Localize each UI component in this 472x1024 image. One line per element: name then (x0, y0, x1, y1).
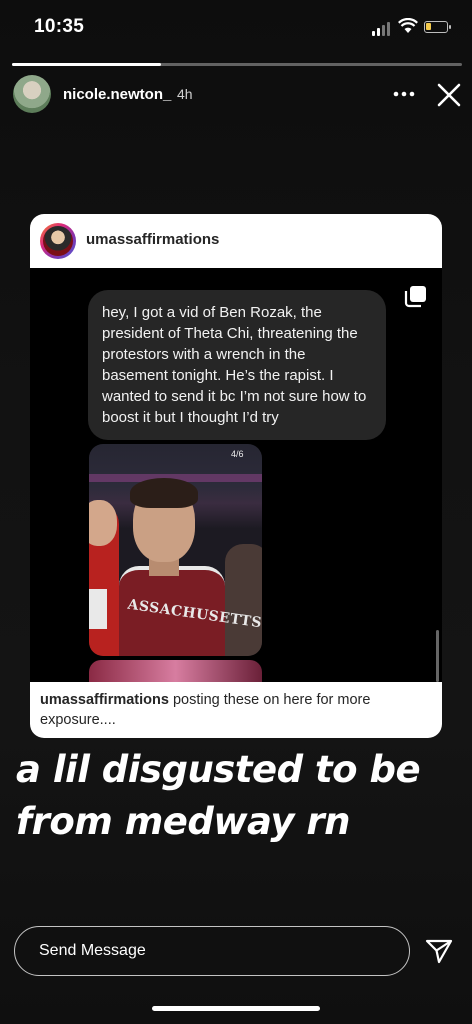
send-message-input[interactable]: Send Message (14, 926, 410, 976)
shared-post-header: umassaffirmations (30, 214, 442, 268)
signal-icon (372, 22, 392, 36)
shared-post-card[interactable]: umassaffirmations hey, I got a vid of Be… (30, 214, 442, 738)
send-message-placeholder: Send Message (39, 942, 146, 959)
shared-post-avatar[interactable] (40, 223, 76, 259)
story-username[interactable]: nicole.newton_ (63, 86, 171, 103)
more-horizontal-icon[interactable] (391, 86, 417, 102)
story-overlay-text: a lil disgusted to be from medway rn (16, 744, 456, 848)
story-progress-bar (12, 63, 462, 66)
shared-post-image: hey, I got a vid of Ben Rozak, the presi… (30, 268, 442, 682)
close-icon[interactable] (434, 80, 464, 110)
story-progress-fill (12, 63, 161, 66)
caption-username[interactable]: umassaffirmations (40, 692, 169, 708)
story-text-line-1: a lil disgusted to be (16, 748, 421, 791)
battery-icon (424, 21, 451, 33)
battery-level (426, 23, 431, 30)
shared-post-username[interactable]: umassaffirmations (86, 231, 219, 248)
wifi-icon (398, 18, 418, 33)
status-bar: 10:35 (0, 0, 472, 56)
story-text-line-2: from medway rn (16, 800, 350, 843)
status-time: 10:35 (34, 16, 85, 37)
dm-message-bubble: hey, I got a vid of Ben Rozak, the presi… (88, 290, 386, 440)
story-timestamp: 4h (177, 86, 193, 102)
shared-post-caption: umassaffirmations posting these on here … (30, 682, 442, 738)
multiple-images-icon (404, 286, 426, 308)
dm-photo: ASSACHUSETTS 4/6 (89, 444, 262, 656)
send-icon[interactable] (424, 936, 454, 966)
photo-counter: 4/6 (231, 449, 244, 459)
home-indicator[interactable] (152, 1006, 320, 1011)
story-avatar[interactable] (13, 75, 51, 113)
scrollbar (436, 630, 439, 682)
dm-photo-next (89, 660, 262, 682)
